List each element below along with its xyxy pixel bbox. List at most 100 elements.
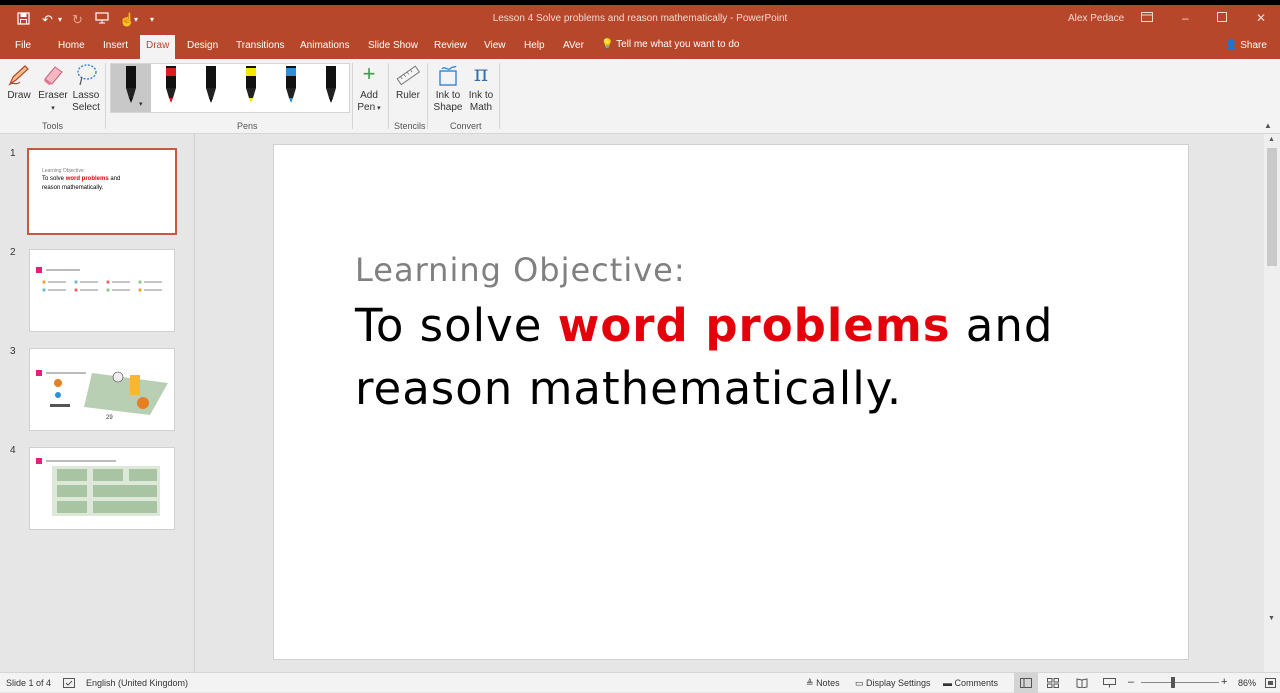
maximize-icon[interactable] xyxy=(1217,11,1227,25)
add-pen-button[interactable]: + Add Pen ▾ xyxy=(351,63,387,115)
zoom-out-icon[interactable]: – xyxy=(1128,676,1134,688)
lasso-icon xyxy=(74,63,98,87)
slide-show-button[interactable] xyxy=(1103,678,1116,690)
notes-label: Notes xyxy=(816,678,840,688)
comments-button[interactable]: ▬ Comments xyxy=(943,678,998,688)
ribbon-display-icon[interactable] xyxy=(1141,11,1153,25)
draw-pencil-icon xyxy=(7,63,31,87)
plus-icon: + xyxy=(362,61,376,86)
slide-sorter-button[interactable] xyxy=(1047,678,1059,690)
pen-4-icon[interactable] xyxy=(243,66,259,104)
ink-to-shape-icon xyxy=(436,63,460,87)
tell-me-label: Tell me what you want to do xyxy=(616,39,740,50)
separator xyxy=(427,63,428,129)
reading-view-button[interactable] xyxy=(1076,678,1088,690)
zoom-level[interactable]: 86% xyxy=(1238,678,1256,688)
slide-thumbnail-2[interactable] xyxy=(29,249,175,332)
minimize-icon[interactable]: – xyxy=(1182,11,1189,25)
zoom-slider-thumb[interactable] xyxy=(1171,677,1175,688)
slide-number: 4 xyxy=(10,445,16,456)
thumb-text: and xyxy=(108,176,121,182)
display-icon: ▭ xyxy=(855,678,864,688)
svg-text:29: 29 xyxy=(106,415,113,421)
normal-view-icon xyxy=(1020,678,1032,688)
eraser-dropdown-icon[interactable]: ▾ xyxy=(51,105,55,112)
tab-slide-show[interactable]: Slide Show xyxy=(368,40,418,51)
scroll-down-icon[interactable]: ▼ xyxy=(1268,615,1275,622)
thumb-line: To solve word problems and xyxy=(42,176,120,182)
status-bar: Slide 1 of 4 English (United Kingdom) ≜ … xyxy=(0,672,1280,693)
current-slide[interactable]: Learning Objective: To solve word proble… xyxy=(273,144,1189,660)
tab-draw[interactable]: Draw xyxy=(140,35,176,59)
tab-insert[interactable]: Insert xyxy=(103,40,128,51)
normal-view-button[interactable] xyxy=(1014,673,1038,693)
notes-button[interactable]: ≜ Notes xyxy=(806,678,840,689)
learning-objective-label[interactable]: Learning Objective: xyxy=(355,251,686,289)
pens-gallery: ▾ xyxy=(110,63,350,113)
close-icon[interactable]: ✕ xyxy=(1256,11,1266,25)
lasso-select-button[interactable]: Lasso Select xyxy=(68,63,104,114)
vertical-scrollbar[interactable]: ▲ ▼ xyxy=(1264,134,1280,672)
eraser-button[interactable]: Eraser ▾ xyxy=(35,63,71,115)
pens-group-label: Pens xyxy=(237,121,258,131)
separator xyxy=(388,63,389,129)
pen-1-icon[interactable] xyxy=(123,66,139,104)
objective-highlight: word problems xyxy=(557,299,951,352)
tab-aver[interactable]: AVer xyxy=(563,40,584,51)
add-pen-dropdown-icon[interactable]: ▾ xyxy=(375,105,381,112)
zoom-slider-track[interactable] xyxy=(1141,682,1219,683)
ink-to-math-button[interactable]: π Ink to Math xyxy=(463,63,499,114)
display-settings-button[interactable]: ▭ Display Settings xyxy=(855,678,931,689)
ink-to-shape-button[interactable]: Ink to Shape xyxy=(430,63,466,114)
pen-2-icon[interactable] xyxy=(163,66,179,104)
pen-options-dropdown-icon[interactable]: ▾ xyxy=(139,100,143,108)
thumb-4-preview xyxy=(36,458,160,516)
comments-label: Comments xyxy=(954,678,999,688)
ribbon-collapse-icon[interactable]: ▲ xyxy=(1264,121,1272,130)
eraser-label: Eraser xyxy=(38,90,68,101)
thumb-highlight: word problems xyxy=(65,176,109,182)
tab-animations[interactable]: Animations xyxy=(300,40,349,51)
person-icon: 👤 xyxy=(1225,40,1238,51)
language-indicator[interactable]: English (United Kingdom) xyxy=(86,678,188,688)
slide-counter: Slide 1 of 4 xyxy=(6,678,52,688)
tell-me-search[interactable]: 💡 Tell me what you want to do xyxy=(601,39,739,50)
slide-thumbnail-4[interactable] xyxy=(29,447,175,530)
ruler-label: Ruler xyxy=(396,90,420,101)
tab-review[interactable]: Review xyxy=(434,40,467,51)
draw-tool-button[interactable]: Draw xyxy=(1,63,37,102)
objective-line-2[interactable]: reason mathematically. xyxy=(355,362,902,415)
title-bar: ↶ ▾ ↻ ☝ ▾ ▾ Lesson 4 Solve problems and … xyxy=(0,5,1280,35)
eraser-icon xyxy=(41,63,65,87)
user-name[interactable]: Alex Pedace xyxy=(1068,13,1124,24)
fit-to-window-icon[interactable] xyxy=(1265,678,1276,690)
slide-canvas: Learning Objective: To solve word proble… xyxy=(196,134,1264,672)
slide-number: 1 xyxy=(10,148,16,159)
pen-6-icon[interactable] xyxy=(323,66,339,104)
objective-line-1[interactable]: To solve word problems and xyxy=(355,299,1053,352)
tab-design[interactable]: Design xyxy=(187,40,218,51)
zoom-in-icon[interactable]: + xyxy=(1221,676,1227,688)
add-pen-label-2: Pen xyxy=(357,102,376,113)
tab-file[interactable]: File xyxy=(15,40,31,51)
stencils-group-label: Stencils xyxy=(394,121,426,131)
draw-label: Draw xyxy=(7,90,31,101)
tab-view[interactable]: View xyxy=(484,40,506,51)
separator xyxy=(499,63,500,129)
slide-sorter-icon xyxy=(1047,678,1059,688)
share-button[interactable]: 👤 Share xyxy=(1225,40,1267,51)
pen-3-icon[interactable] xyxy=(203,66,219,104)
ink-to-shape-label: Ink to xyxy=(435,90,461,101)
slide-thumbnail-1[interactable]: Learning Objective: To solve word proble… xyxy=(27,148,177,235)
tab-help[interactable]: Help xyxy=(524,40,545,51)
separator xyxy=(105,63,106,129)
tab-transitions[interactable]: Transitions xyxy=(236,40,285,51)
slide-thumbnail-panel: 1 Learning Objective: To solve word prob… xyxy=(0,134,195,672)
tab-home[interactable]: Home xyxy=(58,40,85,51)
ruler-button[interactable]: Ruler xyxy=(390,63,426,102)
scroll-up-icon[interactable]: ▲ xyxy=(1268,136,1275,143)
pen-5-icon[interactable] xyxy=(283,66,299,104)
spellcheck-icon[interactable] xyxy=(63,678,75,690)
slide-thumbnail-3[interactable]: 29 xyxy=(29,348,175,431)
scrollbar-thumb[interactable] xyxy=(1267,148,1277,266)
